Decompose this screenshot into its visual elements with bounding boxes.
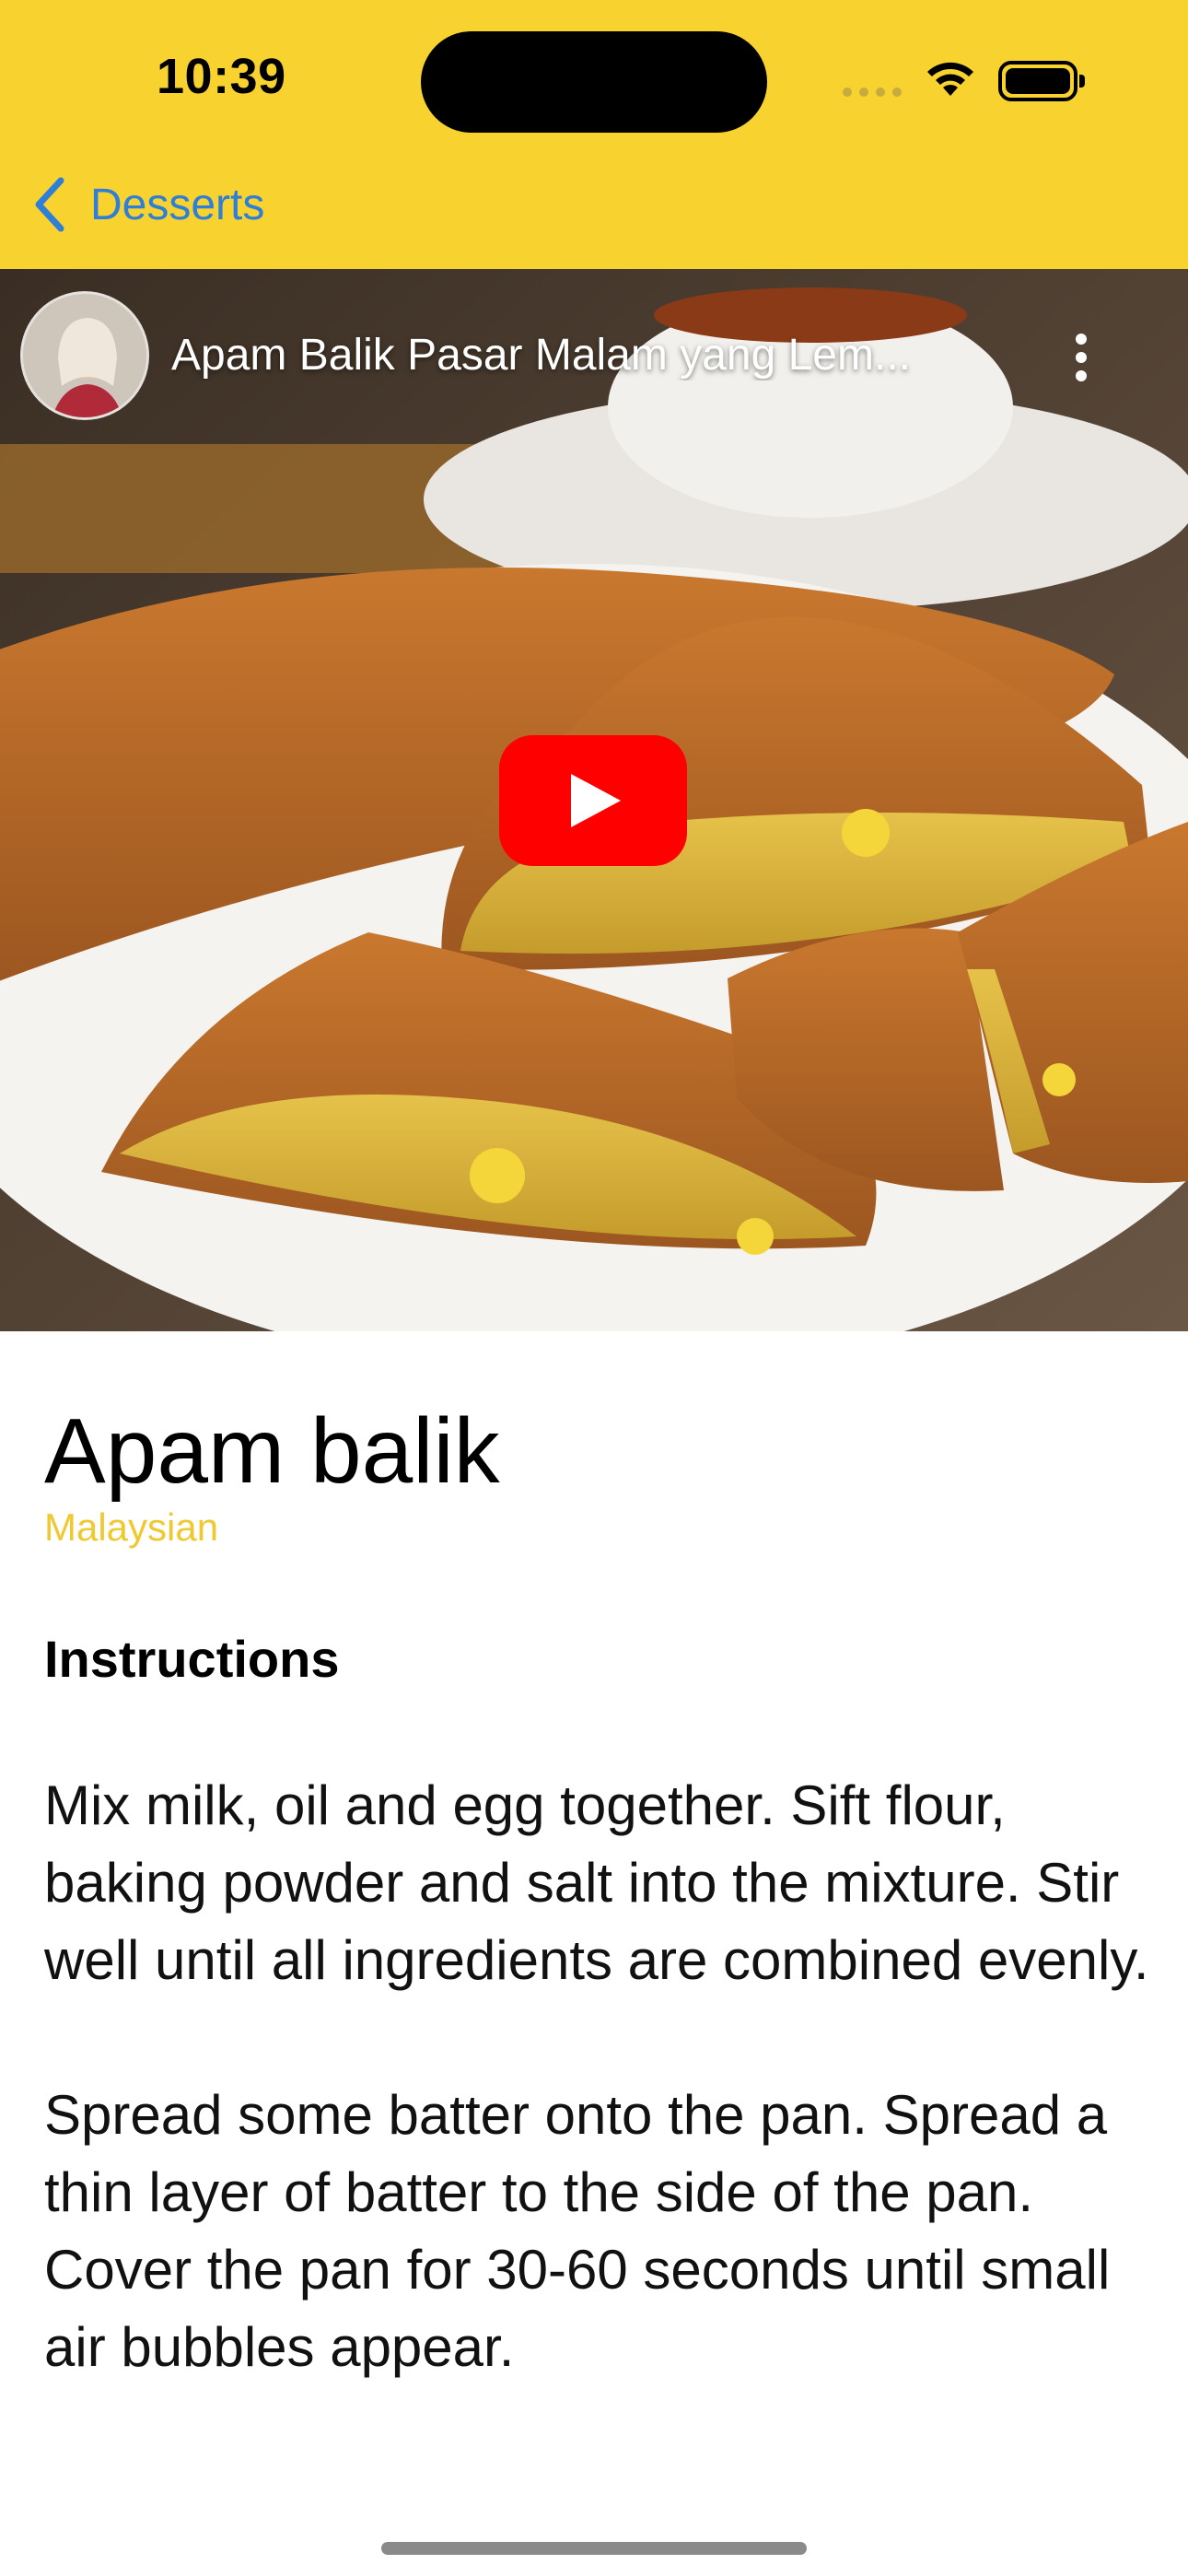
instructions-heading: Instructions <box>44 1630 340 1688</box>
meal-cuisine: Malaysian <box>44 1505 219 1549</box>
wifi-icon <box>927 62 973 96</box>
channel-avatar[interactable] <box>20 291 149 420</box>
navigation-header: 10:39 Desserts <box>0 0 1188 269</box>
video-player[interactable]: Apam Balik Pasar Malam yang Lem... <box>0 269 1188 1331</box>
instruction-paragraph: Mix milk, oil and egg together. Sift flo… <box>44 1774 1149 1991</box>
battery-icon <box>998 61 1085 101</box>
instruction-paragraph: Spread some batter onto the pan. Spread … <box>44 2084 1111 2378</box>
back-button[interactable]: Desserts <box>33 177 264 232</box>
cellular-signal-icon <box>843 88 903 99</box>
meal-details: Apam balik Malaysian Instructions <box>44 1400 1149 1689</box>
back-button-label: Desserts <box>90 180 265 229</box>
dynamic-island <box>421 31 767 133</box>
instructions-scroll[interactable]: Mix milk, oil and egg together. Sift flo… <box>44 1767 1149 2417</box>
play-icon[interactable] <box>499 735 687 866</box>
meal-title: Apam balik <box>44 1399 500 1503</box>
video-title[interactable]: Apam Balik Pasar Malam yang Lem... <box>171 330 1000 381</box>
status-time: 10:39 <box>157 49 286 104</box>
kebab-menu-icon[interactable] <box>1068 334 1094 389</box>
home-indicator[interactable] <box>381 2542 807 2555</box>
back-chevron-icon <box>35 177 64 232</box>
